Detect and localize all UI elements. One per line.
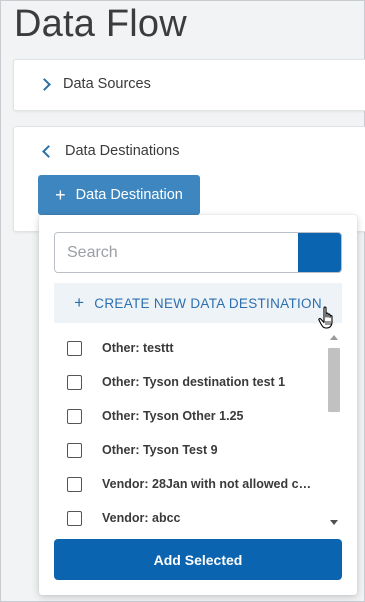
list-item-label: Other: Tyson Test 9 bbox=[102, 443, 218, 457]
list-scrollbar[interactable] bbox=[326, 332, 342, 528]
data-sources-header[interactable]: Data Sources bbox=[38, 76, 151, 92]
add-selected-button[interactable]: Add Selected bbox=[54, 539, 342, 580]
list-item-label: Other: testtt bbox=[102, 341, 174, 355]
search-button[interactable] bbox=[298, 233, 341, 272]
hand-pointer-cursor-icon bbox=[318, 306, 333, 329]
data-destinations-label: Data Destinations bbox=[65, 143, 180, 159]
scroll-up-arrow-icon[interactable] bbox=[330, 335, 338, 340]
page-title: Data Flow bbox=[14, 3, 187, 45]
add-data-destination-button[interactable]: + Data Destination bbox=[38, 175, 200, 215]
scroll-down-arrow-icon[interactable] bbox=[330, 520, 338, 525]
list-item-label: Vendor: 28Jan with not allowed ch… bbox=[102, 477, 314, 491]
search-input[interactable] bbox=[55, 233, 298, 272]
list-item[interactable]: Other: Tyson Test 9 bbox=[54, 433, 326, 467]
checkbox[interactable] bbox=[67, 408, 82, 424]
list-item[interactable]: Vendor: 28Jan with not allowed ch… bbox=[54, 467, 326, 501]
create-new-destination-label: CREATE NEW DATA DESTINATION bbox=[94, 295, 322, 311]
list-item-label: Vendor: abcc bbox=[102, 511, 181, 525]
checkbox[interactable] bbox=[67, 340, 82, 356]
list-item[interactable]: Other: testtt bbox=[54, 331, 326, 365]
plus-icon: + bbox=[55, 184, 66, 205]
scroll-thumb[interactable] bbox=[328, 348, 340, 412]
list-item[interactable]: Other: Tyson Other 1.25 bbox=[54, 399, 326, 433]
create-new-destination-button[interactable]: + CREATE NEW DATA DESTINATION bbox=[54, 283, 342, 323]
list-item-label: Other: Tyson Other 1.25 bbox=[102, 409, 244, 423]
checkbox[interactable] bbox=[67, 510, 82, 526]
plus-icon: + bbox=[74, 293, 85, 312]
destination-list: Other: testtt Other: Tyson destination t… bbox=[54, 331, 326, 529]
data-sources-panel[interactable]: Data Sources bbox=[13, 59, 365, 111]
add-data-destination-label: Data Destination bbox=[75, 187, 183, 203]
list-item-label: Other: Tyson destination test 1 bbox=[102, 375, 286, 389]
checkbox[interactable] bbox=[67, 374, 82, 390]
chevron-right-icon bbox=[38, 77, 51, 91]
list-item[interactable]: Other: Tyson destination test 1 bbox=[54, 365, 326, 399]
destination-dropdown: + CREATE NEW DATA DESTINATION Other: tes… bbox=[39, 215, 357, 595]
checkbox[interactable] bbox=[67, 476, 82, 492]
chevron-left-icon bbox=[42, 144, 55, 158]
data-destinations-header[interactable]: Data Destinations bbox=[40, 143, 179, 159]
list-item[interactable]: Vendor: abcc bbox=[54, 501, 326, 529]
search-box bbox=[54, 232, 342, 273]
data-sources-label: Data Sources bbox=[63, 76, 151, 92]
checkbox[interactable] bbox=[67, 442, 82, 458]
